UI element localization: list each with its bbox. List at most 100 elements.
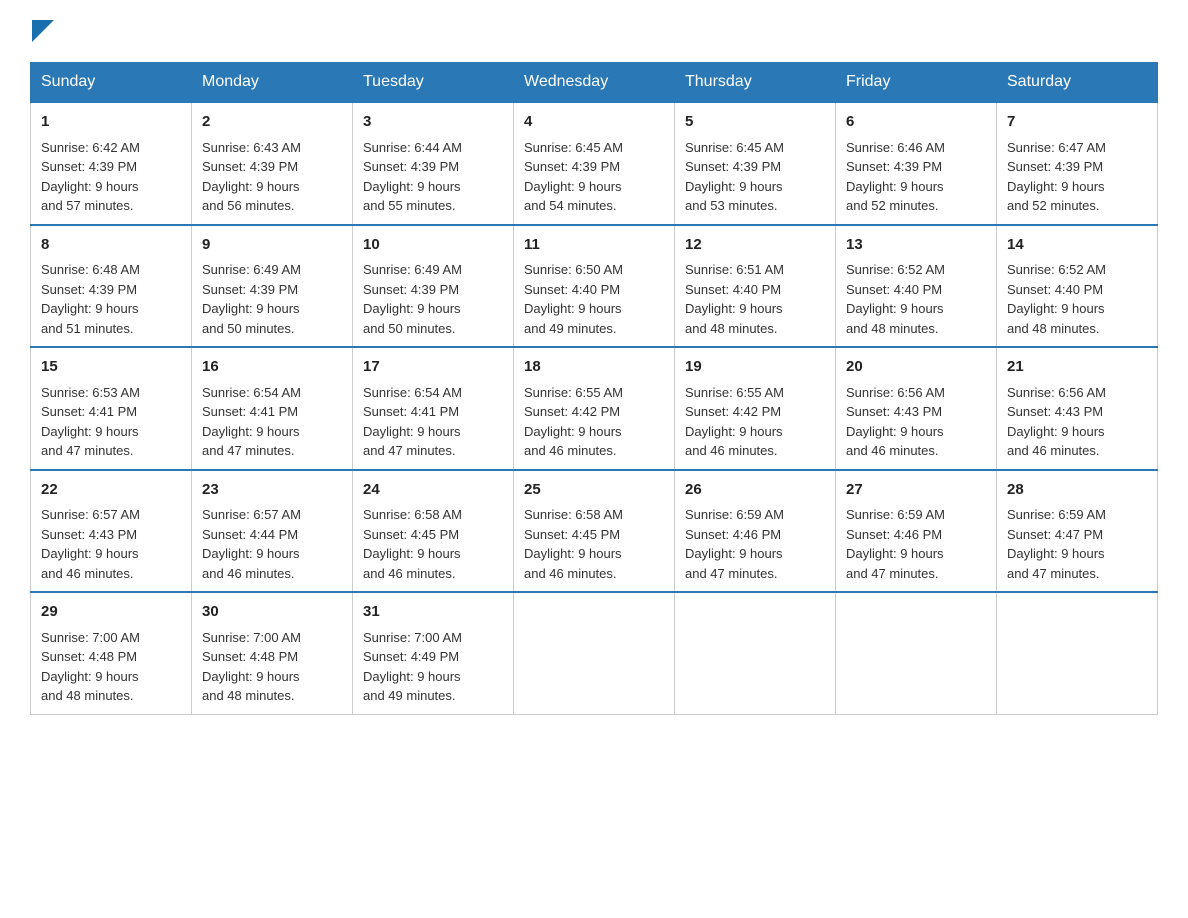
header-day-sunday: Sunday: [31, 63, 192, 103]
day-cell: 27 Sunrise: 6:59 AM Sunset: 4:46 PM Dayl…: [836, 470, 997, 593]
day-number: 4: [524, 111, 664, 134]
day-cell: 8 Sunrise: 6:48 AM Sunset: 4:39 PM Dayli…: [31, 225, 192, 348]
day-number: 28: [1007, 479, 1147, 502]
day-cell: [675, 592, 836, 714]
day-number: 14: [1007, 234, 1147, 257]
page-header: [30, 20, 1158, 42]
day-info: Sunrise: 6:56 AM Sunset: 4:43 PM Dayligh…: [846, 383, 986, 461]
day-cell: 15 Sunrise: 6:53 AM Sunset: 4:41 PM Dayl…: [31, 347, 192, 470]
day-info: Sunrise: 7:00 AM Sunset: 4:48 PM Dayligh…: [202, 628, 342, 706]
day-number: 29: [41, 601, 181, 624]
day-info: Sunrise: 6:42 AM Sunset: 4:39 PM Dayligh…: [41, 138, 181, 216]
day-number: 7: [1007, 111, 1147, 134]
day-info: Sunrise: 6:55 AM Sunset: 4:42 PM Dayligh…: [685, 383, 825, 461]
day-cell: 3 Sunrise: 6:44 AM Sunset: 4:39 PM Dayli…: [353, 102, 514, 225]
day-cell: 14 Sunrise: 6:52 AM Sunset: 4:40 PM Dayl…: [997, 225, 1158, 348]
day-number: 5: [685, 111, 825, 134]
day-number: 26: [685, 479, 825, 502]
day-info: Sunrise: 6:52 AM Sunset: 4:40 PM Dayligh…: [846, 260, 986, 338]
day-info: Sunrise: 6:46 AM Sunset: 4:39 PM Dayligh…: [846, 138, 986, 216]
day-info: Sunrise: 6:52 AM Sunset: 4:40 PM Dayligh…: [1007, 260, 1147, 338]
day-info: Sunrise: 6:45 AM Sunset: 4:39 PM Dayligh…: [524, 138, 664, 216]
day-info: Sunrise: 7:00 AM Sunset: 4:48 PM Dayligh…: [41, 628, 181, 706]
day-number: 15: [41, 356, 181, 379]
day-info: Sunrise: 6:50 AM Sunset: 4:40 PM Dayligh…: [524, 260, 664, 338]
calendar-header: SundayMondayTuesdayWednesdayThursdayFrid…: [31, 63, 1158, 103]
day-cell: 18 Sunrise: 6:55 AM Sunset: 4:42 PM Dayl…: [514, 347, 675, 470]
day-number: 23: [202, 479, 342, 502]
day-info: Sunrise: 6:59 AM Sunset: 4:47 PM Dayligh…: [1007, 505, 1147, 583]
header-day-monday: Monday: [192, 63, 353, 103]
day-cell: 30 Sunrise: 7:00 AM Sunset: 4:48 PM Dayl…: [192, 592, 353, 714]
day-number: 25: [524, 479, 664, 502]
day-number: 10: [363, 234, 503, 257]
day-cell: 4 Sunrise: 6:45 AM Sunset: 4:39 PM Dayli…: [514, 102, 675, 225]
logo-top-row: [30, 20, 54, 42]
logo: [30, 20, 54, 42]
day-number: 12: [685, 234, 825, 257]
header-day-wednesday: Wednesday: [514, 63, 675, 103]
day-info: Sunrise: 6:51 AM Sunset: 4:40 PM Dayligh…: [685, 260, 825, 338]
day-info: Sunrise: 6:57 AM Sunset: 4:43 PM Dayligh…: [41, 505, 181, 583]
day-number: 8: [41, 234, 181, 257]
day-number: 13: [846, 234, 986, 257]
day-info: Sunrise: 6:53 AM Sunset: 4:41 PM Dayligh…: [41, 383, 181, 461]
week-row-5: 29 Sunrise: 7:00 AM Sunset: 4:48 PM Dayl…: [31, 592, 1158, 714]
day-number: 11: [524, 234, 664, 257]
day-info: Sunrise: 6:49 AM Sunset: 4:39 PM Dayligh…: [202, 260, 342, 338]
day-cell: [997, 592, 1158, 714]
calendar-table: SundayMondayTuesdayWednesdayThursdayFrid…: [30, 62, 1158, 715]
day-cell: 24 Sunrise: 6:58 AM Sunset: 4:45 PM Dayl…: [353, 470, 514, 593]
day-cell: 25 Sunrise: 6:58 AM Sunset: 4:45 PM Dayl…: [514, 470, 675, 593]
week-row-4: 22 Sunrise: 6:57 AM Sunset: 4:43 PM Dayl…: [31, 470, 1158, 593]
week-row-1: 1 Sunrise: 6:42 AM Sunset: 4:39 PM Dayli…: [31, 102, 1158, 225]
day-number: 3: [363, 111, 503, 134]
day-cell: 19 Sunrise: 6:55 AM Sunset: 4:42 PM Dayl…: [675, 347, 836, 470]
day-cell: 11 Sunrise: 6:50 AM Sunset: 4:40 PM Dayl…: [514, 225, 675, 348]
day-cell: 13 Sunrise: 6:52 AM Sunset: 4:40 PM Dayl…: [836, 225, 997, 348]
header-day-thursday: Thursday: [675, 63, 836, 103]
week-row-3: 15 Sunrise: 6:53 AM Sunset: 4:41 PM Dayl…: [31, 347, 1158, 470]
day-number: 27: [846, 479, 986, 502]
day-info: Sunrise: 6:58 AM Sunset: 4:45 PM Dayligh…: [363, 505, 503, 583]
day-number: 2: [202, 111, 342, 134]
day-cell: 21 Sunrise: 6:56 AM Sunset: 4:43 PM Dayl…: [997, 347, 1158, 470]
day-cell: 20 Sunrise: 6:56 AM Sunset: 4:43 PM Dayl…: [836, 347, 997, 470]
day-number: 31: [363, 601, 503, 624]
day-number: 22: [41, 479, 181, 502]
day-number: 20: [846, 356, 986, 379]
day-cell: 12 Sunrise: 6:51 AM Sunset: 4:40 PM Dayl…: [675, 225, 836, 348]
day-info: Sunrise: 6:47 AM Sunset: 4:39 PM Dayligh…: [1007, 138, 1147, 216]
week-row-2: 8 Sunrise: 6:48 AM Sunset: 4:39 PM Dayli…: [31, 225, 1158, 348]
day-cell: 22 Sunrise: 6:57 AM Sunset: 4:43 PM Dayl…: [31, 470, 192, 593]
day-cell: 28 Sunrise: 6:59 AM Sunset: 4:47 PM Dayl…: [997, 470, 1158, 593]
day-cell: 9 Sunrise: 6:49 AM Sunset: 4:39 PM Dayli…: [192, 225, 353, 348]
day-number: 9: [202, 234, 342, 257]
day-cell: 6 Sunrise: 6:46 AM Sunset: 4:39 PM Dayli…: [836, 102, 997, 225]
day-cell: 10 Sunrise: 6:49 AM Sunset: 4:39 PM Dayl…: [353, 225, 514, 348]
day-number: 18: [524, 356, 664, 379]
day-info: Sunrise: 6:56 AM Sunset: 4:43 PM Dayligh…: [1007, 383, 1147, 461]
header-row: SundayMondayTuesdayWednesdayThursdayFrid…: [31, 63, 1158, 103]
header-day-tuesday: Tuesday: [353, 63, 514, 103]
day-info: Sunrise: 6:57 AM Sunset: 4:44 PM Dayligh…: [202, 505, 342, 583]
day-info: Sunrise: 6:59 AM Sunset: 4:46 PM Dayligh…: [685, 505, 825, 583]
day-cell: 5 Sunrise: 6:45 AM Sunset: 4:39 PM Dayli…: [675, 102, 836, 225]
day-info: Sunrise: 6:54 AM Sunset: 4:41 PM Dayligh…: [202, 383, 342, 461]
day-info: Sunrise: 6:55 AM Sunset: 4:42 PM Dayligh…: [524, 383, 664, 461]
day-number: 30: [202, 601, 342, 624]
day-info: Sunrise: 6:45 AM Sunset: 4:39 PM Dayligh…: [685, 138, 825, 216]
day-info: Sunrise: 6:59 AM Sunset: 4:46 PM Dayligh…: [846, 505, 986, 583]
day-info: Sunrise: 7:00 AM Sunset: 4:49 PM Dayligh…: [363, 628, 503, 706]
header-day-saturday: Saturday: [997, 63, 1158, 103]
day-cell: 31 Sunrise: 7:00 AM Sunset: 4:49 PM Dayl…: [353, 592, 514, 714]
day-number: 19: [685, 356, 825, 379]
day-info: Sunrise: 6:44 AM Sunset: 4:39 PM Dayligh…: [363, 138, 503, 216]
day-number: 16: [202, 356, 342, 379]
day-number: 17: [363, 356, 503, 379]
day-cell: [836, 592, 997, 714]
day-cell: 26 Sunrise: 6:59 AM Sunset: 4:46 PM Dayl…: [675, 470, 836, 593]
logo-wrapper: [30, 20, 54, 42]
day-number: 6: [846, 111, 986, 134]
day-cell: 16 Sunrise: 6:54 AM Sunset: 4:41 PM Dayl…: [192, 347, 353, 470]
